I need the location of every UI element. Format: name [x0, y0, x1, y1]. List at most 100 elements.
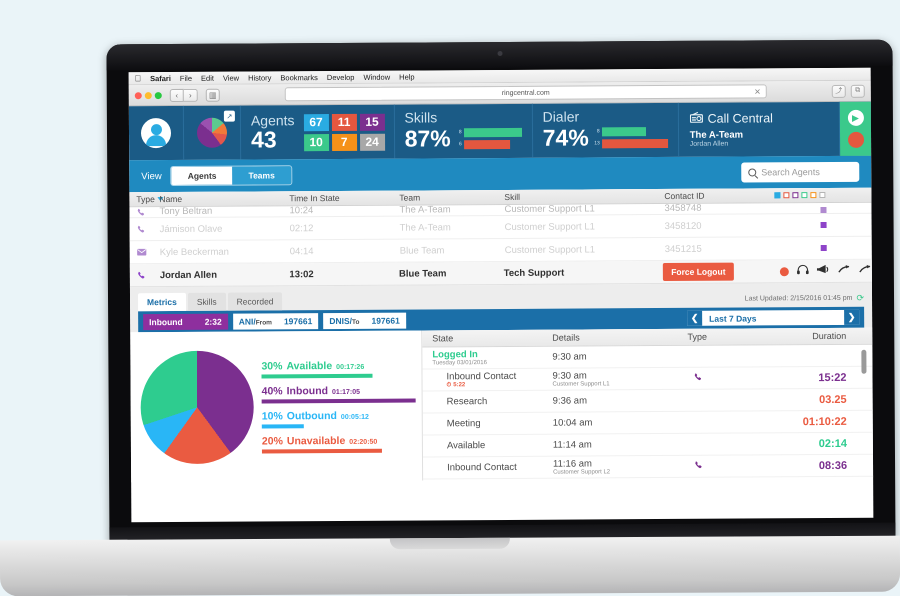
menu-file[interactable]: File [180, 73, 192, 82]
phone-icon [663, 460, 733, 472]
list-item[interactable]: Research9:36 am03.25 [423, 389, 873, 414]
date-range-selector[interactable]: ❮ Last 7 Days ❯ [687, 310, 859, 326]
address-bar[interactable]: ringcentral.com ✕ [285, 84, 767, 101]
details-cell: 11:16 amCustomer Support L2 [553, 458, 663, 476]
agent-status-chip-3[interactable]: 10 [304, 134, 329, 151]
skills-bar-count-1: 6 [455, 142, 462, 148]
refresh-icon[interactable]: ⟳ [856, 293, 864, 304]
column-header-time-in-state[interactable]: Time In State [289, 193, 399, 204]
tab-teams[interactable]: Teams [232, 166, 290, 184]
details-cell: 10:04 am [553, 417, 663, 429]
column-header-contact-id[interactable]: Contact ID [664, 190, 774, 201]
column-header-name[interactable]: Name [159, 193, 289, 204]
status-badge [820, 222, 826, 228]
menu-edit[interactable]: Edit [201, 73, 214, 82]
column-header-duration[interactable]: Duration [732, 331, 872, 342]
avatar[interactable] [129, 106, 184, 160]
column-header-team[interactable]: Team [399, 192, 504, 203]
states-scrollbar[interactable] [861, 350, 866, 374]
menu-history[interactable]: History [248, 73, 271, 82]
filter-ani-sub: From [256, 319, 272, 326]
skills-bar-0 [464, 128, 522, 137]
header-pie-widget[interactable]: ↗ [184, 106, 241, 160]
agent-status-chip-2[interactable]: 15 [359, 113, 384, 130]
menu-bookmarks[interactable]: Bookmarks [280, 73, 318, 82]
filter-dnis-sub: To [352, 318, 360, 325]
agent-status-chip-4[interactable]: 7 [332, 133, 357, 150]
filter-inbound[interactable]: Inbound 2:32 [143, 313, 228, 330]
headset-icon[interactable] [797, 264, 809, 278]
menu-view[interactable]: View [223, 73, 239, 82]
share-icon[interactable]: ⤴ [832, 84, 846, 97]
duration-value: 15:22 [732, 371, 872, 384]
search-icon [748, 168, 756, 176]
agent-row-actions[interactable] [780, 264, 872, 279]
tab-recorded[interactable]: Recorded [228, 292, 283, 310]
forward-icon[interactable] [859, 264, 872, 278]
window-controls[interactable] [135, 92, 162, 99]
menu-help[interactable]: Help [399, 72, 414, 81]
status-legend-swatch-3[interactable] [801, 192, 807, 198]
date-range-next-button[interactable]: ❯ [844, 310, 859, 325]
record-button[interactable] [848, 132, 864, 148]
view-toggle[interactable]: Agents Teams [171, 165, 292, 186]
list-item[interactable]: Logged InTuesday 03/01/20169:30 am [422, 345, 872, 370]
column-header-skill[interactable]: Skill [504, 191, 664, 202]
play-button[interactable]: ▶ [847, 110, 863, 126]
expand-icon[interactable]: ↗ [224, 111, 235, 122]
date-range-label: Last 7 Days [702, 310, 844, 326]
status-legend-swatch-2[interactable] [792, 192, 798, 198]
megaphone-icon[interactable] [817, 264, 830, 278]
agent-team: The A-Team [399, 204, 504, 216]
tab-agents[interactable]: Agents [172, 167, 233, 185]
apple-logo-icon[interactable]:  [135, 74, 141, 83]
duration-value: 08:36 [733, 459, 873, 472]
list-item[interactable]: Inbound Contact11:16 amCustomer Support … [423, 455, 873, 480]
status-legend-swatch-5[interactable] [819, 192, 825, 198]
column-header-state[interactable]: State [422, 333, 552, 344]
list-item[interactable]: Inbound Contact⏱5:229:30 amCustomer Supp… [422, 367, 872, 392]
agent-status-chip-1[interactable]: 11 [331, 113, 356, 130]
maximize-window-button[interactable] [155, 92, 162, 99]
forward-button[interactable]: › [184, 88, 198, 101]
menu-develop[interactable]: Develop [327, 72, 355, 81]
transfer-icon[interactable] [838, 264, 851, 278]
dialer-bar-count-0: 8 [593, 129, 600, 135]
tab-metrics[interactable]: Metrics [138, 293, 186, 311]
tab-skills[interactable]: Skills [188, 293, 226, 311]
dialer-bar-row-0: 8 [593, 127, 668, 136]
legend-bar [262, 448, 382, 453]
column-header-details[interactable]: Details [552, 332, 662, 343]
close-window-button[interactable] [135, 92, 142, 99]
menu-window[interactable]: Window [363, 72, 390, 81]
stop-loading-icon[interactable]: ✕ [754, 87, 761, 96]
agent-status-chip-5[interactable]: 24 [360, 133, 385, 150]
header-action-buttons[interactable]: ▶ [840, 102, 871, 156]
metrics-tabs: Metrics Skills Recorded [138, 292, 283, 311]
date-range-prev-button[interactable]: ❮ [687, 311, 702, 326]
agent-status-chip-0[interactable]: 67 [303, 114, 328, 131]
details-cell: 9:30 amCustomer Support L1 [552, 370, 662, 388]
status-legend-swatch-0[interactable] [774, 192, 780, 198]
minimize-window-button[interactable] [145, 92, 152, 99]
status-legend-swatch-4[interactable] [810, 192, 816, 198]
show-tabs-icon[interactable]: ⧉ [851, 84, 865, 97]
filter-ani-value: 197661 [284, 316, 312, 326]
search-agents-input[interactable]: Search Agents [741, 162, 859, 183]
filter-dnis[interactable]: DNIS/To 197661 [323, 312, 406, 329]
back-button[interactable]: ‹ [170, 88, 184, 101]
record-dot-icon[interactable] [780, 267, 789, 276]
status-legend-swatch-1[interactable] [783, 192, 789, 198]
force-logout-button[interactable]: Force Logout [663, 263, 733, 281]
call-central-user: Jordan Allen [690, 141, 729, 148]
status-badge [820, 207, 826, 213]
list-item[interactable]: Meeting10:04 am01:10:22 [423, 411, 873, 436]
filter-ani[interactable]: ANI/From 197661 [233, 313, 319, 330]
laptop-bezel [106, 40, 892, 71]
list-item[interactable]: Available11:14 am02:14 [423, 433, 873, 458]
state-cell: Available [423, 440, 553, 452]
sidebar-toggle-icon[interactable]: ▥ [206, 88, 220, 101]
column-header-type[interactable]: Type [662, 332, 732, 342]
menu-safari[interactable]: Safari [150, 74, 171, 83]
column-header-type[interactable]: Type [129, 194, 159, 204]
